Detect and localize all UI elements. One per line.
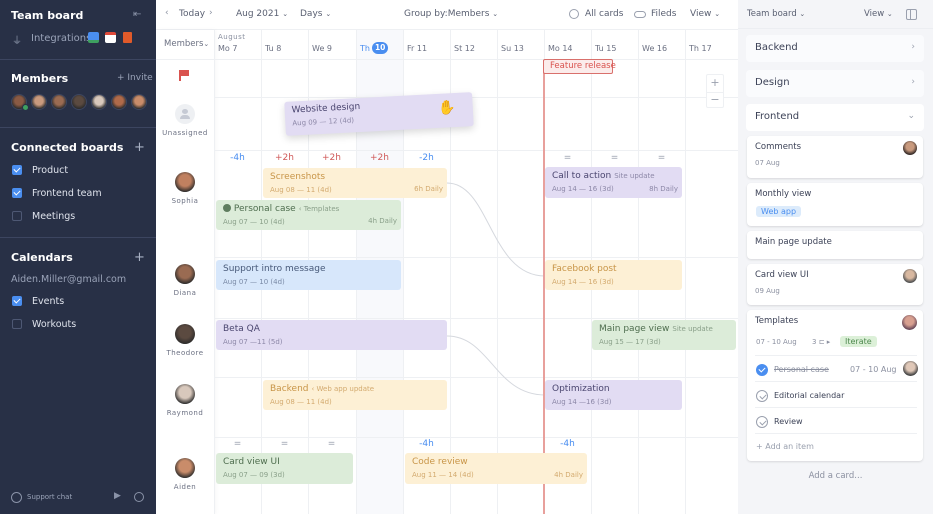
zoom-controls: + − <box>706 74 724 108</box>
card-dates: Aug 15 — 17 (3d) <box>599 338 661 346</box>
card-title: Support intro message <box>223 264 326 274</box>
checklist-check[interactable] <box>756 390 768 402</box>
card-personal-case[interactable]: Personal case ‹ Templates Aug 07 — 10 (4d… <box>216 200 401 230</box>
done-icon <box>223 204 231 212</box>
card-dates: Aug 07 — 10 (4d) <box>223 278 285 286</box>
card-card-view-ui[interactable]: Card view UI Aug 07 — 09 (3d) <box>216 453 353 484</box>
card-dates: Aug 07 —11 (5d) <box>223 338 283 346</box>
card-title: Comments <box>755 142 802 152</box>
card-date: 07 Aug <box>755 159 780 167</box>
card-title: Main page update <box>755 237 832 247</box>
card-templates[interactable]: Templates 07 - 10 Aug 3 ⊏ ▸ Iterate Pers… <box>747 310 923 461</box>
chevron-down-icon: ⌄ <box>907 111 915 121</box>
card-dates: Aug 14 —16 (3d) <box>552 398 612 406</box>
toggle-panel-icon[interactable] <box>906 9 917 20</box>
card-title: Card view UI <box>223 457 280 467</box>
card-code-review[interactable]: Code review Aug 11 — 14 (4d) 4h Daily <box>405 453 587 484</box>
dependency-screenshots-facebook <box>446 182 546 277</box>
card-title: Backend <box>270 384 309 394</box>
tag-web-app: Web app <box>756 206 802 217</box>
card-call-to-action[interactable]: Call to action Site update Aug 14 — 16 (3… <box>545 167 682 198</box>
card-title: Screenshots <box>270 172 326 182</box>
card-monthly-view[interactable]: Monthly view Web app <box>747 183 923 226</box>
chevron-right-icon: › <box>911 42 915 52</box>
panel-view-value: View <box>864 9 885 19</box>
right-panel: Team board ⌄ View ⌄ Backend › Design › Fro… <box>738 0 933 514</box>
checklist-check-done[interactable] <box>756 364 768 376</box>
avatar <box>903 269 917 283</box>
card-support-intro-message[interactable]: Support intro message Aug 07 — 10 (4d) <box>216 260 401 290</box>
card-main-page-view[interactable]: Main page view Site update Aug 15 — 17 (3… <box>592 320 736 350</box>
card-screenshots[interactable]: Screenshots Aug 08 — 11 (4d) 6h Daily <box>263 168 447 198</box>
card-title: Personal case <box>233 204 296 214</box>
checklist-item-editorial-calendar[interactable]: Editorial calendar <box>774 391 844 400</box>
chevron-down-icon: ⌄ <box>886 10 893 18</box>
templates-date: 07 - 10 Aug <box>756 338 797 346</box>
avatar <box>903 361 918 376</box>
group-frontend[interactable]: Frontend ⌄ <box>746 104 924 131</box>
group-label: Backend <box>755 42 798 53</box>
group-label: Design <box>755 77 790 88</box>
zoom-in-button[interactable]: + <box>707 75 723 91</box>
checklist-item-personal-case[interactable]: Personal case <box>774 365 829 374</box>
card-tag: ‹ Templates <box>298 205 340 213</box>
card-title: Templates <box>755 316 799 326</box>
group-backend[interactable]: Backend › <box>746 35 924 62</box>
group-label: Frontend <box>755 111 800 122</box>
checklist-item-date: 07 - 10 Aug <box>850 365 897 374</box>
card-title: Beta QA <box>223 324 260 334</box>
card-title: Monthly view <box>755 189 812 199</box>
board-select[interactable]: Team board ⌄ <box>747 9 805 19</box>
dependency-betaqa-optimization <box>446 335 546 396</box>
avatar <box>903 141 917 155</box>
card-dates: Aug 14 — 16 (3d) <box>552 278 614 286</box>
card-main-page-update[interactable]: Main page update <box>747 231 923 259</box>
card-title: Optimization <box>552 384 610 394</box>
card-title: Main page view <box>599 324 670 334</box>
group-design[interactable]: Design › <box>746 70 924 97</box>
panel-view-select[interactable]: View ⌄ <box>864 9 893 19</box>
avatar <box>902 315 917 330</box>
card-dates: Aug 07 — 09 (3d) <box>223 471 285 479</box>
card-title: Facebook post <box>552 264 617 274</box>
card-optimization[interactable]: Optimization Aug 14 —16 (3d) <box>545 380 682 410</box>
card-rate: 6h Daily <box>414 185 443 193</box>
subtasks-icon: ⊏ ▸ <box>818 338 831 346</box>
card-tag-label: Templates <box>303 205 340 213</box>
add-item-button[interactable]: + Add an item <box>756 442 814 451</box>
card-backend[interactable]: Backend ‹ Web app update Aug 08 — 11 (4d) <box>263 380 447 410</box>
tag-iterate: Iterate <box>840 336 877 347</box>
card-title: Card view UI <box>755 270 809 280</box>
grab-cursor-icon: ✋ <box>438 100 456 116</box>
chevron-down-icon: ⌄ <box>799 10 806 18</box>
milestone-feature-release[interactable]: Feature release <box>543 59 616 74</box>
subtasks-value: 3 <box>812 338 817 346</box>
board-select-value: Team board <box>747 9 797 19</box>
card-card-view-ui-panel[interactable]: Card view UI 09 Aug <box>747 264 923 305</box>
card-rate: 8h Daily <box>649 185 678 193</box>
card-tag-label: Web app update <box>316 385 375 393</box>
checklist-check[interactable] <box>756 416 768 428</box>
add-card-button[interactable]: Add a card... <box>738 471 933 481</box>
subtasks-count: 3 ⊏ ▸ <box>812 338 830 346</box>
card-comments[interactable]: Comments 07 Aug <box>747 136 923 178</box>
card-rate: 4h Daily <box>368 217 397 225</box>
card-rate: 4h Daily <box>554 471 583 479</box>
card-tag: ‹ Web app update <box>311 385 375 393</box>
card-dates: Aug 08 — 11 (4d) <box>270 398 332 406</box>
zoom-out-button[interactable]: − <box>707 92 723 108</box>
checklist-item-review[interactable]: Review <box>774 417 803 426</box>
card-title: Call to action <box>552 171 612 181</box>
card-tag: Site update <box>614 172 655 180</box>
card-facebook-post[interactable]: Facebook post Aug 14 — 16 (3d) <box>545 260 682 290</box>
card-title: Code review <box>412 457 468 467</box>
chevron-right-icon: › <box>911 77 915 87</box>
card-tag: Site update <box>672 325 713 333</box>
card-beta-qa[interactable]: Beta QA Aug 07 —11 (5d) <box>216 320 447 350</box>
card-date: 09 Aug <box>755 287 780 295</box>
